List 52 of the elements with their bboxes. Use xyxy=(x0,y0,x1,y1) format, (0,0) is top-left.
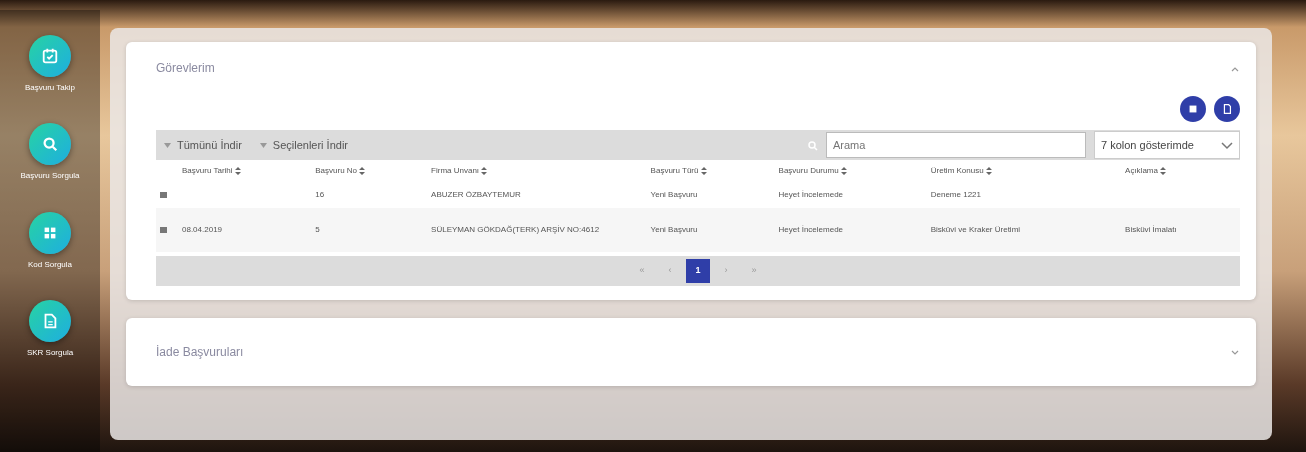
column-header[interactable]: Başvuru No xyxy=(311,160,428,182)
table-cell: Heyet İncelemede xyxy=(778,225,844,234)
column-header[interactable]: Firma Unvanı xyxy=(427,160,647,182)
column-select[interactable]: 7 kolon gösterimde xyxy=(1094,131,1240,159)
table-cell: ABUZER ÖZBAYTEMUR xyxy=(431,190,521,199)
caret-icon xyxy=(164,142,171,148)
sort-icon xyxy=(359,166,366,175)
sort-icon xyxy=(840,166,847,175)
caret-icon xyxy=(259,142,267,148)
sort-icon xyxy=(234,166,241,175)
sidebar-label[interactable]: Başvuru Sorgula xyxy=(20,171,80,182)
document-icon xyxy=(1221,103,1233,115)
search-icon xyxy=(41,135,59,154)
panel-title[interactable]: Görevlerim xyxy=(156,59,215,77)
table-cell: SÜLEYMAN GÖKDAĞ(TERK) ARŞİV NO:4612 xyxy=(431,225,600,234)
panel-title[interactable]: İade Başvuruları xyxy=(156,343,244,361)
column-header[interactable]: Başvuru Durumu xyxy=(774,160,927,182)
chevron-down-icon xyxy=(1221,141,1233,150)
sidebar-label[interactable]: Başvuru Takip xyxy=(24,83,76,94)
table-cell: Bisküvi İmalatı xyxy=(1125,225,1177,234)
table-cell: Bisküvi ve Kraker Üretimi xyxy=(930,225,1021,234)
sidebar-button[interactable] xyxy=(29,211,71,254)
table-cell: 08.04.2019 xyxy=(182,225,223,234)
sidebar-label[interactable]: Kod Sorgula xyxy=(28,259,72,271)
sort-icon xyxy=(481,166,488,175)
table-cell: Yeni Başvuru xyxy=(650,225,698,234)
download-button[interactable]: Seçilenleri İndir xyxy=(259,136,348,154)
sidebar-label[interactable]: SKR Sorgula xyxy=(26,348,74,359)
table-cell: 16 xyxy=(315,190,325,199)
search-field[interactable]: Arama xyxy=(826,132,1086,158)
column-header[interactable]: Başvuru Türü xyxy=(646,160,775,182)
page-button[interactable]: 1 xyxy=(686,259,710,283)
column-header[interactable]: Başvuru Tarihi xyxy=(178,160,312,182)
sort-icon xyxy=(985,166,992,175)
column-header[interactable]: Üretim Konusu xyxy=(926,160,1122,182)
calendar-icon xyxy=(41,47,59,65)
row-handle-icon[interactable] xyxy=(160,226,167,233)
sidebar-button[interactable] xyxy=(29,35,71,77)
table-cell: Deneme 1221 xyxy=(930,190,981,199)
sidebar-button[interactable] xyxy=(29,123,71,166)
sidebar-button[interactable] xyxy=(29,300,71,343)
round-button[interactable] xyxy=(1180,96,1206,122)
table-cell: 5 xyxy=(315,225,320,234)
column-header[interactable]: Açıklama xyxy=(1121,160,1240,182)
row-handle-icon[interactable] xyxy=(160,191,167,198)
sort-icon xyxy=(1160,166,1167,175)
sort-icon xyxy=(700,166,707,175)
download-button[interactable]: Tümünü İndir xyxy=(164,136,242,154)
search-icon xyxy=(808,140,818,151)
table-cell: Yeni Başvuru xyxy=(650,190,698,199)
table-cell: Heyet İncelemede xyxy=(778,190,844,199)
round-button[interactable] xyxy=(1214,96,1240,122)
